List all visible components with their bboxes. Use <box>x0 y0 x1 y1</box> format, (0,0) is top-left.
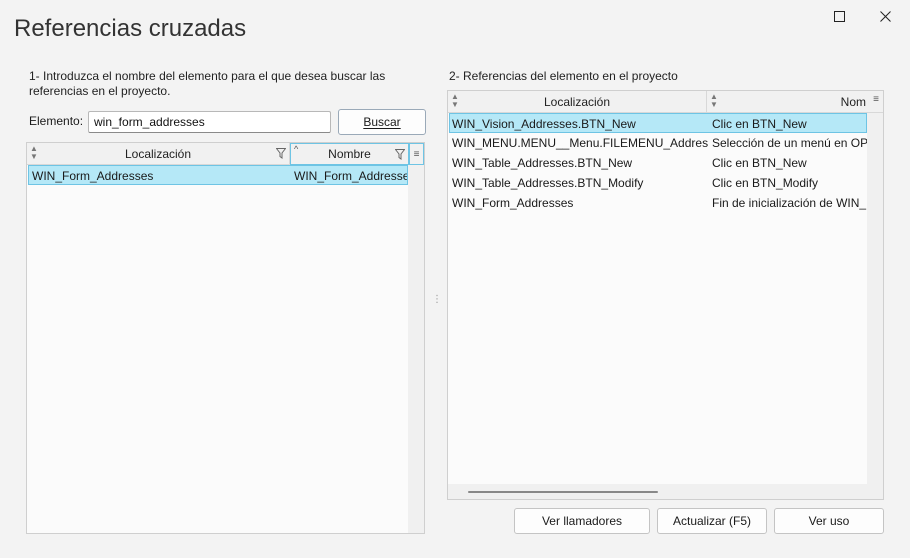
column-header-label: Localización <box>124 147 192 161</box>
maximize-button[interactable] <box>816 0 862 32</box>
column-header-nombre[interactable]: ▲ ▼ Nom ≡ <box>707 91 883 113</box>
close-icon <box>879 10 891 22</box>
search-button[interactable]: Buscar <box>338 109 426 135</box>
cell-name: Clic en BTN_Modify <box>712 176 819 190</box>
cell-name: WIN_Form_Addresses <box>294 169 407 183</box>
table-row[interactable]: WIN_Vision_Addresses.BTN_New Clic en BTN… <box>449 113 867 133</box>
search-results-header: ▲ ▼ Localización ^ Nombre ≡ <box>27 143 424 165</box>
column-menu-button[interactable]: ≡ <box>409 143 424 165</box>
element-label: Elemento: <box>29 114 84 128</box>
filter-icon[interactable] <box>394 149 406 163</box>
refresh-button[interactable]: Actualizar (F5) <box>657 508 767 534</box>
horizontal-scrollbar-thumb[interactable] <box>468 491 658 493</box>
references-heading: 2- Referencias del elemento en el proyec… <box>449 69 678 83</box>
filter-icon[interactable] <box>275 148 287 162</box>
cell-name: Selección de un menú en OPT <box>712 136 867 150</box>
search-instruction-line1: 1- Introduzca el nombre del elemento par… <box>29 69 386 83</box>
panel-splitter[interactable]: ⋮ <box>432 294 442 305</box>
cell-location: WIN_Form_Addresses <box>452 196 574 210</box>
column-header-localizacion[interactable]: ▲ ▼ Localización <box>448 91 707 113</box>
table-row[interactable]: WIN_Table_Addresses.BTN_New Clic en BTN_… <box>449 153 867 173</box>
window-title: Referencias cruzadas <box>14 15 247 42</box>
cell-location: WIN_Table_Addresses.BTN_New <box>452 156 633 170</box>
sort-icon: ▲ ▼ <box>451 92 459 109</box>
view-callers-button[interactable]: Ver llamadores <box>514 508 650 534</box>
cell-location: WIN_Form_Addresses <box>32 169 154 183</box>
cell-name: Clic en BTN_New <box>712 156 807 170</box>
cell-location: WIN_Table_Addresses.BTN_Modify <box>452 176 644 190</box>
search-results-grid: ▲ ▼ Localización ^ Nombre ≡ WIN_Form_Addr… <box>26 142 425 534</box>
sort-icon: ▲ ▼ <box>710 92 718 109</box>
sort-icon: ▲ ▼ <box>30 144 38 161</box>
column-header-localizacion[interactable]: ▲ ▼ Localización <box>27 143 290 165</box>
view-usage-label: Ver uso <box>808 514 850 528</box>
cell-location: WIN_MENU.MENU__Menu.FILEMENU_Addresses <box>452 136 708 150</box>
cell-name: Clic en BTN_New <box>712 117 807 131</box>
references-header: ▲ ▼ Localización ▲ ▼ Nom ≡ <box>448 91 883 113</box>
refresh-label: Actualizar (F5) <box>672 514 752 528</box>
table-row[interactable]: WIN_MENU.MENU__Menu.FILEMENU_Addresses S… <box>449 133 867 153</box>
cell-location: WIN_Vision_Addresses.BTN_New <box>452 117 636 131</box>
table-row[interactable]: WIN_Form_Addresses Fin de inicialización… <box>449 193 867 213</box>
close-button[interactable] <box>862 0 908 32</box>
view-callers-label: Ver llamadores <box>541 514 623 528</box>
maximize-icon <box>833 10 845 22</box>
search-instruction-line2: referencias en el proyecto. <box>29 84 171 98</box>
references-grid: ▲ ▼ Localización ▲ ▼ Nom ≡ WIN_Vision_Addr… <box>447 90 884 500</box>
search-button-label: Buscar <box>363 115 401 129</box>
horizontal-scrollbar[interactable] <box>448 484 867 499</box>
sort-ascending-icon: ^ <box>294 144 299 154</box>
search-instruction: 1- Introduzca el nombre del elemento par… <box>29 69 409 99</box>
cell-name: Fin de inicialización de WIN_F <box>712 196 867 210</box>
view-usage-button[interactable]: Ver uso <box>774 508 884 534</box>
column-header-label: Nom <box>840 95 866 109</box>
vertical-scrollbar[interactable] <box>867 113 883 499</box>
column-header-label: Nombre <box>328 147 371 161</box>
vertical-scrollbar[interactable] <box>408 165 424 533</box>
column-header-nombre[interactable]: ^ Nombre <box>290 143 409 165</box>
table-row[interactable]: WIN_Table_Addresses.BTN_Modify Clic en B… <box>449 173 867 193</box>
column-header-label: Localización <box>543 95 611 109</box>
menu-icon[interactable]: ≡ <box>873 94 879 105</box>
menu-icon: ≡ <box>413 148 420 160</box>
table-row[interactable]: WIN_Form_Addresses WIN_Form_Addresses <box>28 165 408 185</box>
element-input[interactable] <box>88 111 331 133</box>
